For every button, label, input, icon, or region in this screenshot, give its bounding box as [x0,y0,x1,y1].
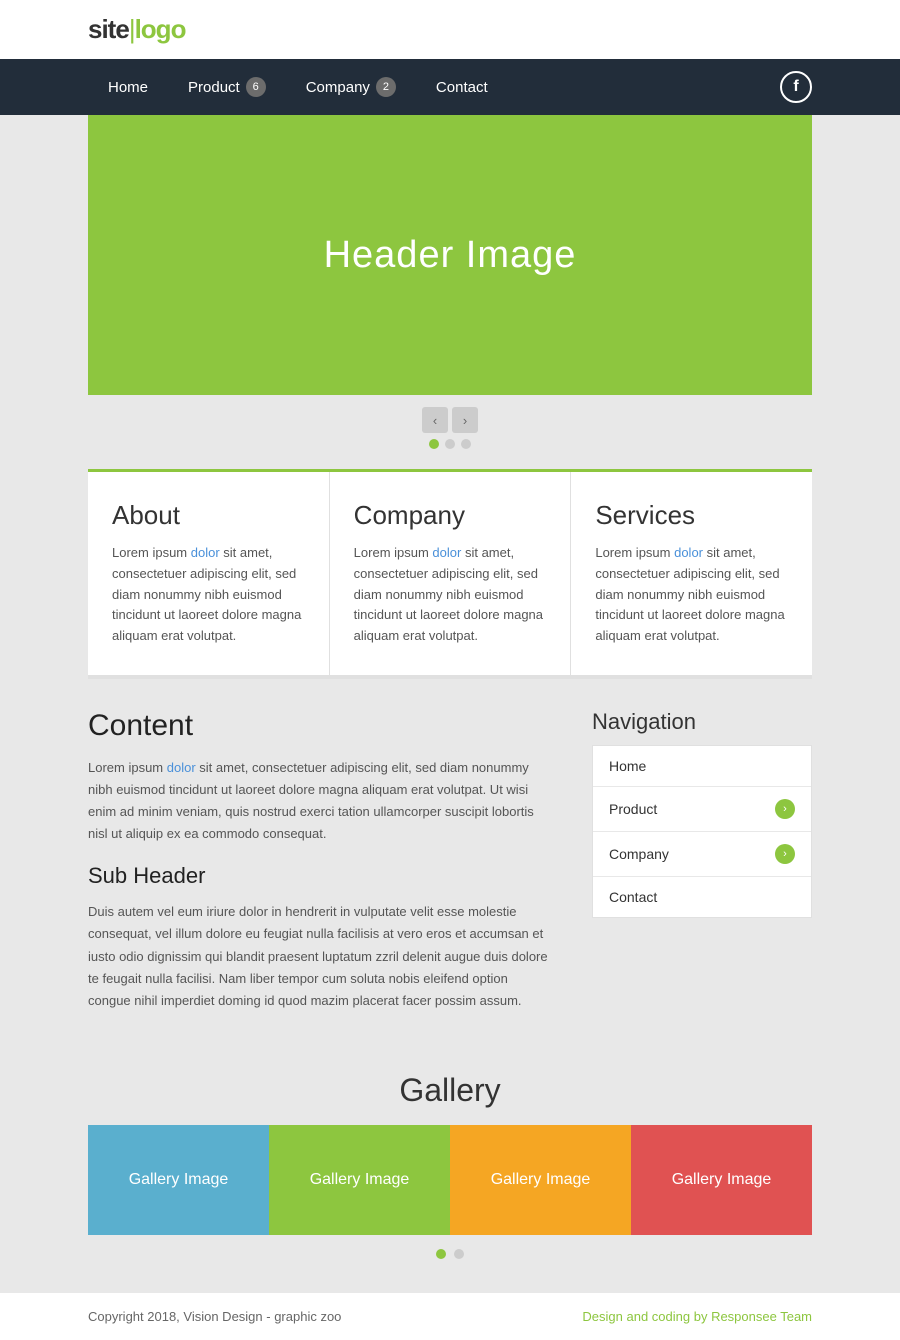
card-services: Services Lorem ipsum dolor sit amet, con… [571,472,812,675]
slider-dot-1[interactable] [429,439,439,449]
sidebar-item-product-label: Product [609,801,657,817]
gallery-item-4[interactable]: Gallery Image [631,1125,812,1235]
sidebar-item-contact[interactable]: Contact [593,877,811,917]
gallery-item-2-label: Gallery Image [310,1171,410,1189]
card-company-text: Lorem ipsum dolor sit amet, consectetuer… [354,543,547,647]
sidebar-item-product[interactable]: Product › [593,787,811,832]
nav-company[interactable]: Company 2 [286,59,416,115]
footer-link[interactable]: Design and coding by Responsee Team [582,1309,812,1324]
card-company-title: Company [354,500,547,531]
nav-product-label: Product [188,79,240,96]
content-title: Content [88,709,552,743]
nav-home-label: Home [108,79,148,96]
cards-row: About Lorem ipsum dolor sit amet, consec… [88,469,812,675]
gallery-item-3[interactable]: Gallery Image [450,1125,631,1235]
sidebar-item-home-label: Home [609,758,646,774]
gallery-item-4-label: Gallery Image [672,1171,772,1189]
nav-company-badge: 2 [376,77,396,97]
slider-prev[interactable]: ‹ [422,407,448,433]
logo-logo-text: logo [135,14,186,44]
chevron-right-icon-2: › [775,844,795,864]
gallery-item-1[interactable]: Gallery Image [88,1125,269,1235]
slider-dot-2[interactable] [445,439,455,449]
slider-dot-3[interactable] [461,439,471,449]
facebook-icon[interactable]: f [780,71,812,103]
sub-content-text: Duis autem vel eum iriure dolor in hendr… [88,901,552,1011]
card-services-link[interactable]: dolor [674,545,703,560]
card-about-link[interactable]: dolor [191,545,220,560]
site-footer: Copyright 2018, Vision Design - graphic … [0,1293,900,1340]
nav-contact-label: Contact [436,79,488,96]
content-area: Content Lorem ipsum dolor sit amet, cons… [88,675,812,1042]
gallery-section: Gallery Gallery Image Gallery Image Gall… [0,1042,900,1293]
gallery-dot-1[interactable] [436,1249,446,1259]
slider-dots [429,439,471,449]
sidebar-item-home[interactable]: Home [593,746,811,787]
content-link[interactable]: dolor [167,760,196,775]
gallery-dots [88,1235,812,1273]
card-company: Company Lorem ipsum dolor sit amet, cons… [330,472,572,675]
site-logo: site|logo [88,14,185,45]
card-about-text: Lorem ipsum dolor sit amet, consectetuer… [112,543,305,647]
nav-links: Home Product 6 Company 2 Contact [88,59,508,115]
content-text: Lorem ipsum dolor sit amet, consectetuer… [88,757,552,845]
site-header: site|logo [0,0,900,59]
main-content: Content Lorem ipsum dolor sit amet, cons… [88,709,592,1012]
gallery-item-1-label: Gallery Image [129,1171,229,1189]
main-nav: Home Product 6 Company 2 Contact f [0,59,900,115]
sub-header: Sub Header [88,863,552,889]
gallery-dot-2[interactable] [454,1249,464,1259]
sidebar-item-contact-label: Contact [609,889,657,905]
slider-controls: ‹ › [0,395,900,469]
nav-contact[interactable]: Contact [416,61,508,114]
gallery-grid: Gallery Image Gallery Image Gallery Imag… [88,1125,812,1235]
slider-next[interactable]: › [452,407,478,433]
slider-arrows: ‹ › [422,407,478,433]
gallery-title: Gallery [88,1072,812,1109]
sidebar-item-company[interactable]: Company › [593,832,811,877]
logo-site-text: site [88,14,129,44]
gallery-item-2[interactable]: Gallery Image [269,1125,450,1235]
sidebar: Navigation Home Product › Company › Cont… [592,709,812,1012]
nav-product-badge: 6 [246,77,266,97]
nav-home[interactable]: Home [88,61,168,114]
footer-copyright: Copyright 2018, Vision Design - graphic … [88,1309,341,1324]
hero-section: Header Image [88,115,812,395]
gallery-item-3-label: Gallery Image [491,1171,591,1189]
sidebar-item-company-label: Company [609,846,669,862]
card-about-title: About [112,500,305,531]
chevron-right-icon: › [775,799,795,819]
sidebar-nav: Home Product › Company › Contact [592,745,812,918]
sidebar-nav-title: Navigation [592,709,812,735]
card-company-link[interactable]: dolor [432,545,461,560]
card-services-text: Lorem ipsum dolor sit amet, consectetuer… [595,543,788,647]
card-services-title: Services [595,500,788,531]
hero-title: Header Image [324,234,577,277]
card-about: About Lorem ipsum dolor sit amet, consec… [88,472,330,675]
nav-company-label: Company [306,79,370,96]
nav-product[interactable]: Product 6 [168,59,286,115]
